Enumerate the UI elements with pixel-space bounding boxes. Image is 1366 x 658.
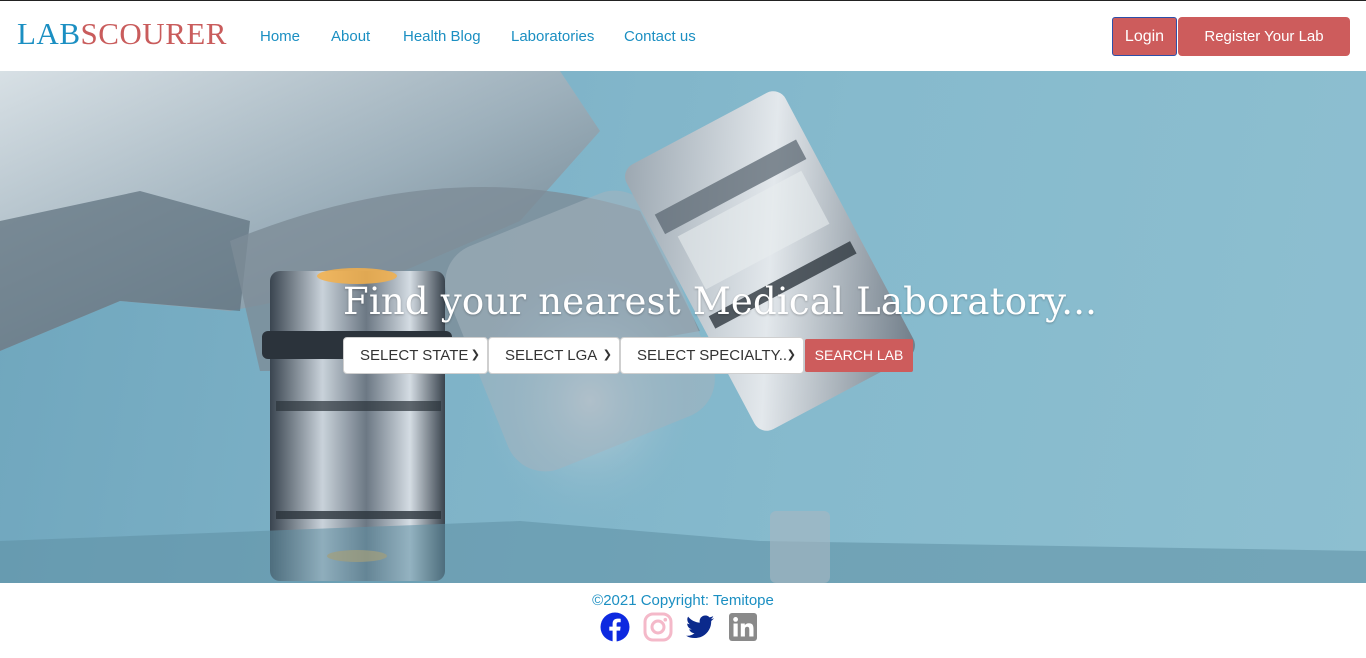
search-lab-button[interactable]: SEARCH LAB: [805, 339, 913, 372]
linkedin-icon[interactable]: [728, 612, 758, 642]
nav-about[interactable]: About: [331, 27, 370, 47]
microscope-background-image: [0, 71, 1366, 583]
nav-home[interactable]: Home: [260, 27, 300, 47]
nav-health-blog[interactable]: Health Blog: [403, 27, 481, 47]
state-select-value: SELECT STATE: [360, 347, 469, 364]
brand-logo[interactable]: LABSCOURER: [17, 17, 227, 51]
footer: ©2021 Copyright: Temitope: [0, 583, 1366, 658]
chevron-down-icon: ❯: [470, 349, 480, 361]
brand-part-scourer: SCOURER: [80, 16, 227, 51]
twitter-icon[interactable]: [685, 612, 715, 642]
hero-headline: Find your nearest Medical Laboratory...: [343, 280, 1098, 323]
copyright-text: ©2021 Copyright: Temitope: [592, 592, 774, 609]
chevron-down-icon: ❯: [602, 349, 612, 361]
nav-contact-us[interactable]: Contact us: [624, 27, 696, 47]
register-lab-button[interactable]: Register Your Lab: [1178, 17, 1350, 56]
lga-select-value: SELECT LGA: [505, 347, 598, 364]
specialty-select[interactable]: SELECT SPECIALTY.. ❯: [620, 337, 804, 374]
facebook-icon[interactable]: [600, 612, 630, 642]
nav-laboratories[interactable]: Laboratories: [511, 27, 594, 47]
hero-banner: Find your nearest Medical Laboratory... …: [0, 71, 1366, 583]
specialty-select-value: SELECT SPECIALTY..: [637, 347, 788, 364]
login-button[interactable]: Login: [1112, 17, 1177, 56]
brand-part-lab: LAB: [17, 16, 81, 51]
chevron-down-icon: ❯: [786, 349, 796, 361]
top-navbar: LABSCOURER Home About Health Blog Labora…: [0, 1, 1366, 71]
lga-select[interactable]: SELECT LGA ❯: [488, 337, 620, 374]
state-select[interactable]: SELECT STATE ❯: [343, 337, 488, 374]
instagram-icon[interactable]: [643, 612, 673, 642]
